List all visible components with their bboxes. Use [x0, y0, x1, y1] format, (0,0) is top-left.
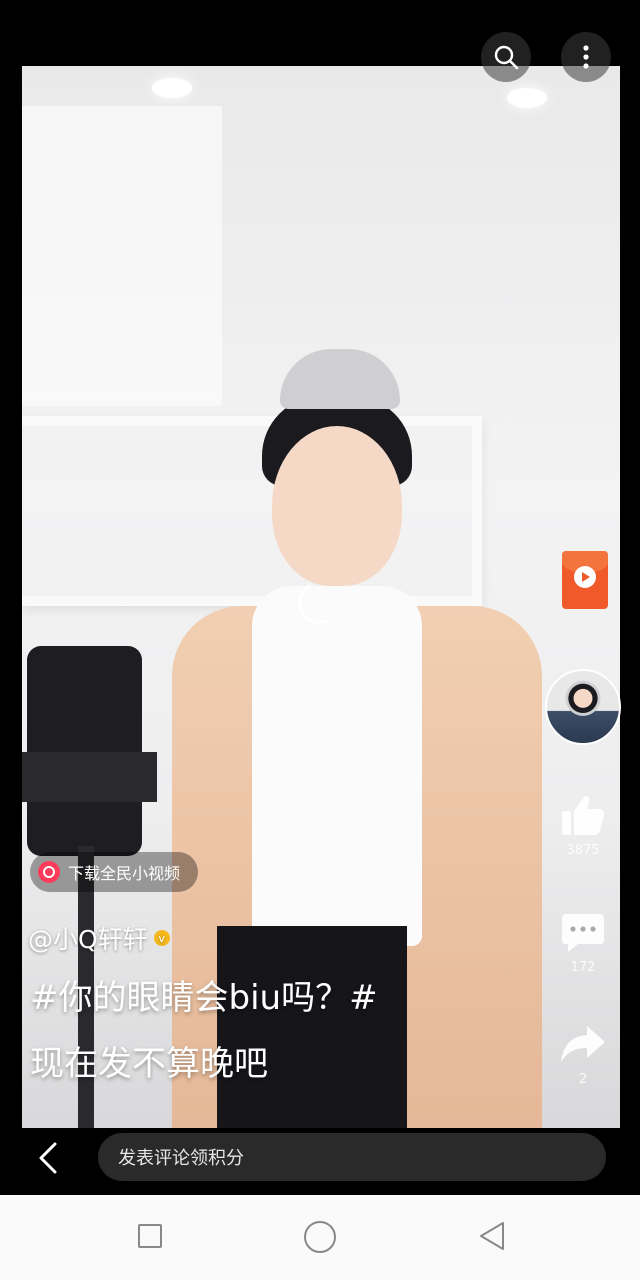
- comment-input[interactable]: 发表评论领积分: [98, 1133, 606, 1181]
- comment-placeholder: 发表评论领积分: [118, 1148, 244, 1169]
- back-button[interactable]: [28, 1136, 68, 1180]
- author-avatar[interactable]: [545, 669, 621, 745]
- red-packet-button[interactable]: [562, 551, 608, 609]
- phone-on-stand: [27, 646, 142, 856]
- author-handle: @小Q轩轩: [28, 925, 148, 954]
- more-options-button[interactable]: [561, 32, 611, 82]
- wall-shelf: [22, 416, 482, 606]
- download-app-banner[interactable]: 下载全民小视频: [30, 852, 199, 892]
- search-icon: [494, 45, 519, 70]
- share-arrow-icon: [561, 1026, 605, 1062]
- search-button[interactable]: [481, 32, 531, 82]
- video-title-line-2: 现在发不算晚吧: [30, 1044, 268, 1084]
- home-button[interactable]: [304, 1221, 336, 1253]
- person-shirt: [252, 586, 422, 946]
- more-vertical-icon: [583, 45, 589, 69]
- like-count: 3875: [566, 843, 600, 858]
- person-face: [272, 426, 402, 586]
- verified-badge-icon: v: [153, 930, 170, 946]
- video-title-line-1: #你的眼睛会biu吗？#: [30, 978, 378, 1018]
- recent-apps-button[interactable]: [138, 1224, 162, 1248]
- play-coin-icon: [574, 566, 596, 588]
- wall-panel: [22, 106, 222, 406]
- stand-clamp: [22, 752, 157, 802]
- ceiling-light: [507, 88, 547, 108]
- like-button[interactable]: 3875: [553, 793, 613, 858]
- comment-button[interactable]: 172: [553, 910, 613, 975]
- thumbs-up-icon: [562, 796, 605, 835]
- share-button[interactable]: 2: [553, 1022, 613, 1087]
- person-pants: [217, 926, 407, 1128]
- author-name[interactable]: @小Q轩轩 v: [28, 920, 170, 956]
- download-banner-label: 下载全民小视频: [68, 864, 181, 883]
- person-cap: [280, 349, 400, 409]
- comment-count: 172: [570, 960, 596, 975]
- system-back-icon[interactable]: [478, 1220, 506, 1252]
- back-chevron-icon: [39, 1142, 57, 1174]
- share-count: 2: [578, 1072, 588, 1087]
- comment-bubble-icon: [562, 914, 604, 952]
- app-logo-icon: [38, 861, 60, 883]
- ceiling-light: [152, 78, 192, 98]
